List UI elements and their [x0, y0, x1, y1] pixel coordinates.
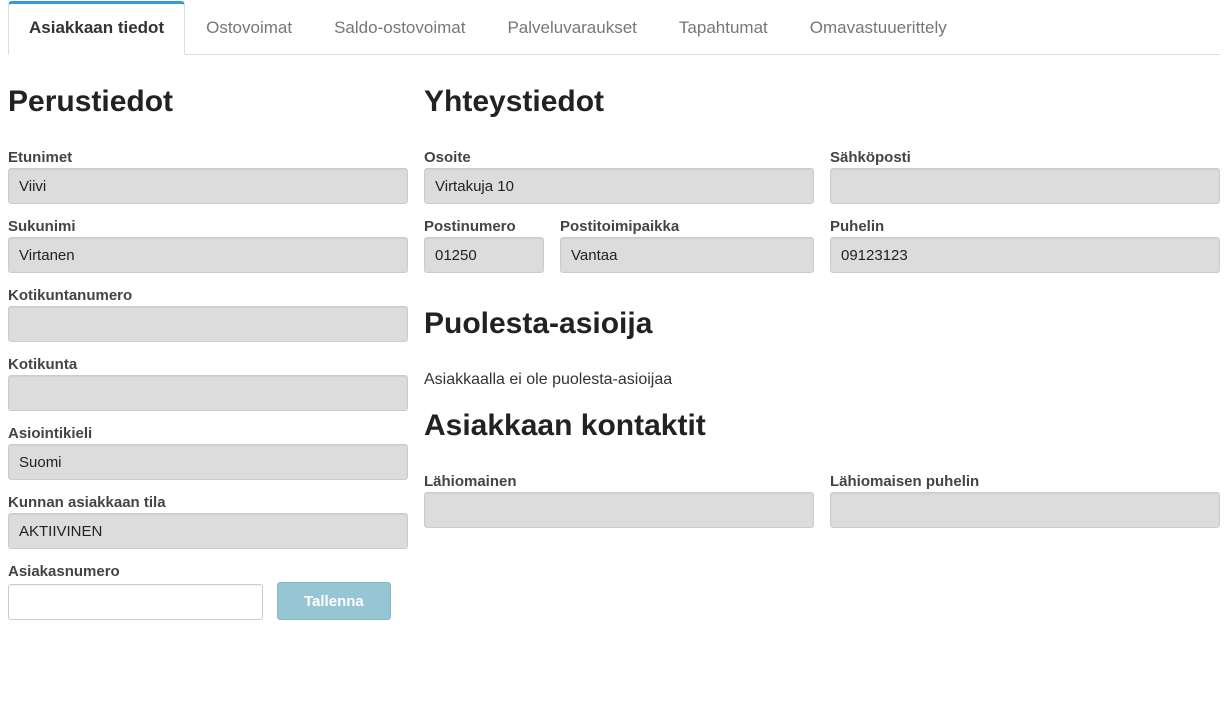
label-osoite: Osoite: [424, 149, 814, 166]
heading-perustiedot: Perustiedot: [8, 85, 408, 119]
label-kotikuntanumero: Kotikuntanumero: [8, 287, 408, 304]
input-kunnan-tila[interactable]: [8, 513, 408, 549]
input-sukunimi[interactable]: [8, 237, 408, 273]
tab-omavastuuerittely[interactable]: Omavastuuerittely: [789, 1, 968, 55]
input-puhelin[interactable]: [830, 237, 1220, 273]
input-osoite[interactable]: [424, 168, 814, 204]
input-asiakasnumero[interactable]: [8, 584, 263, 620]
input-etunimet[interactable]: [8, 168, 408, 204]
input-asiointikieli[interactable]: [8, 444, 408, 480]
input-kotikunta[interactable]: [8, 375, 408, 411]
label-puhelin: Puhelin: [830, 218, 1220, 235]
tab-tapahtumat[interactable]: Tapahtumat: [658, 1, 789, 55]
tab-asiakkaan-tiedot[interactable]: Asiakkaan tiedot: [8, 1, 185, 55]
tab-saldo-ostovoimat[interactable]: Saldo-ostovoimat: [313, 1, 486, 55]
label-asiakasnumero: Asiakasnumero: [8, 563, 408, 580]
heading-puolesta-asioija: Puolesta-asioija: [424, 307, 1220, 341]
tab-ostovoimat[interactable]: Ostovoimat: [185, 1, 313, 55]
label-kotikunta: Kotikunta: [8, 356, 408, 373]
label-postinumero: Postinumero: [424, 218, 544, 235]
label-postitoimipaikka: Postitoimipaikka: [560, 218, 814, 235]
label-sukunimi: Sukunimi: [8, 218, 408, 235]
input-lahiomainen[interactable]: [424, 492, 814, 528]
input-sahkoposti[interactable]: [830, 168, 1220, 204]
label-kunnan-tila: Kunnan asiakkaan tila: [8, 494, 408, 511]
input-postinumero[interactable]: [424, 237, 544, 273]
puolesta-info-text: Asiakkaalla ei ole puolesta-asioijaa: [424, 371, 1220, 389]
save-button[interactable]: Tallenna: [277, 582, 391, 620]
input-kotikuntanumero[interactable]: [8, 306, 408, 342]
label-asiointikieli: Asiointikieli: [8, 425, 408, 442]
tab-bar: Asiakkaan tiedot Ostovoimat Saldo-ostovo…: [8, 0, 1220, 55]
heading-kontaktit: Asiakkaan kontaktit: [424, 409, 1220, 443]
input-lahiomaisen-puhelin[interactable]: [830, 492, 1220, 528]
label-sahkoposti: Sähköposti: [830, 149, 1220, 166]
tab-palveluvaraukset[interactable]: Palveluvaraukset: [486, 1, 657, 55]
label-etunimet: Etunimet: [8, 149, 408, 166]
input-postitoimipaikka[interactable]: [560, 237, 814, 273]
label-lahiomainen: Lähiomainen: [424, 473, 814, 490]
heading-yhteystiedot: Yhteystiedot: [424, 85, 1220, 119]
label-lahiomaisen-puhelin: Lähiomaisen puhelin: [830, 473, 1220, 490]
